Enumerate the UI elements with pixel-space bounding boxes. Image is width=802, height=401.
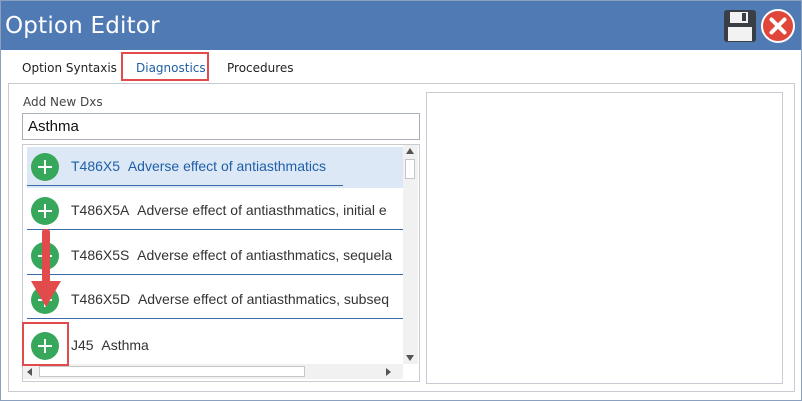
- result-code: T486X5: [71, 158, 121, 174]
- tab-procedures[interactable]: Procedures: [227, 61, 294, 75]
- results-horizontal-scrollbar[interactable]: [23, 364, 403, 379]
- scroll-right-arrow-icon[interactable]: [386, 368, 391, 376]
- scroll-left-arrow-icon[interactable]: [27, 368, 32, 376]
- row-underline: [27, 185, 343, 186]
- add-diagnosis-button-t486x5a[interactable]: [31, 197, 59, 225]
- selected-diagnoses-panel: [426, 92, 783, 384]
- results-vertical-scrollbar[interactable]: [403, 145, 418, 364]
- diagnosis-search-input[interactable]: [22, 113, 420, 140]
- result-text: T486X5D Adverse effect of antiasthmatics…: [71, 291, 389, 307]
- close-icon[interactable]: [761, 9, 795, 43]
- result-description: Adverse effect of antiasthmatics: [127, 158, 327, 174]
- result-row-j45[interactable]: J45 Asthma: [27, 326, 403, 367]
- result-row-t486x5a[interactable]: T486X5A Adverse effect of antiasthmatics…: [27, 191, 403, 232]
- result-description: Adverse effect of antiasthmatics, initia…: [137, 202, 387, 218]
- scroll-thumb[interactable]: [405, 159, 415, 179]
- row-underline: [27, 318, 403, 319]
- scroll-up-arrow-icon[interactable]: [406, 148, 414, 154]
- option-editor-window: Option Editor Option Syntaxis Diagnostic…: [0, 0, 802, 401]
- result-description: Adverse effect of antiasthmatics, sequel…: [137, 247, 393, 263]
- result-description: Asthma: [101, 337, 149, 353]
- result-row-t486x5[interactable]: T486X5 Adverse effect of antiasthmatics: [27, 147, 403, 188]
- down-arrow-annotation-icon: [31, 229, 61, 307]
- scroll-thumb[interactable]: [39, 366, 305, 377]
- result-text: T486X5A Adverse effect of antiasthmatics…: [71, 202, 387, 218]
- result-row-t486x5s[interactable]: T486X5S Adverse effect of antiasthmatics…: [27, 236, 403, 277]
- scroll-down-arrow-icon[interactable]: [406, 355, 414, 361]
- add-diagnosis-button-t486x5[interactable]: [31, 153, 59, 181]
- row-underline: [27, 274, 403, 275]
- window-title: Option Editor: [5, 13, 160, 39]
- result-text: J45 Asthma: [71, 337, 149, 353]
- add-button-highlight: [22, 322, 69, 366]
- diagnosis-results-list: T486X5 Adverse effect of antiasthmatics …: [22, 144, 420, 382]
- add-new-dxs-label: Add New Dxs: [23, 95, 103, 109]
- result-code: T486X5D: [71, 291, 131, 307]
- tab-option-syntaxis[interactable]: Option Syntaxis: [22, 61, 117, 75]
- result-text: T486X5 Adverse effect of antiasthmatics: [71, 158, 326, 174]
- result-description: Adverse effect of antiasthmatics, subseq: [137, 291, 390, 307]
- result-row-t486x5d[interactable]: T486X5D Adverse effect of antiasthmatics…: [27, 280, 403, 321]
- diagnostics-tab-highlight: [121, 52, 209, 81]
- row-underline: [27, 229, 403, 230]
- result-code: T486X5S: [71, 247, 130, 263]
- floppy-disk-icon[interactable]: [723, 9, 757, 43]
- result-text: T486X5S Adverse effect of antiasthmatics…: [71, 247, 392, 263]
- result-code: J45: [71, 337, 94, 353]
- result-code: T486X5A: [71, 202, 130, 218]
- title-bar: Option Editor: [1, 1, 801, 50]
